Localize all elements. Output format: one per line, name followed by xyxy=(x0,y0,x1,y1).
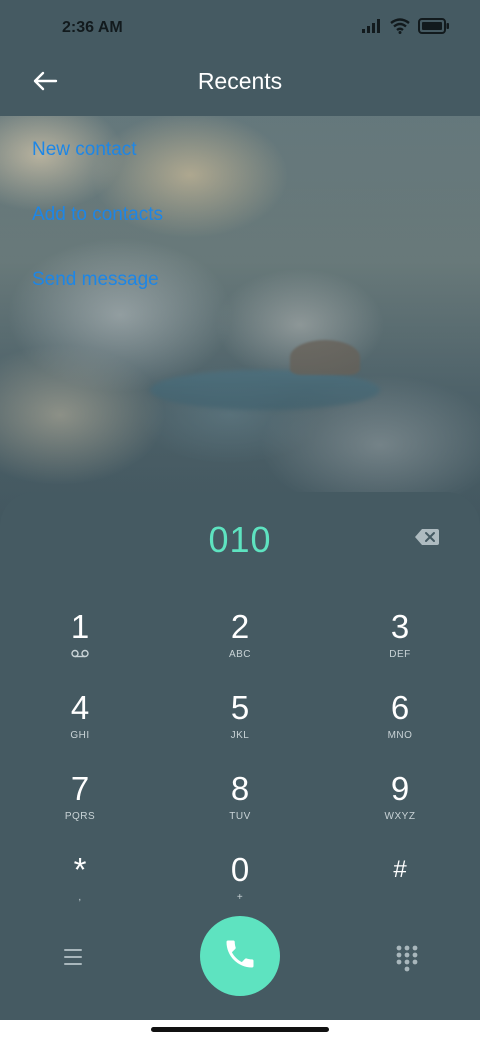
key-6[interactable]: 6 MNO xyxy=(340,689,460,759)
number-options-list: New contact Add to contacts Send message xyxy=(32,137,163,332)
key-digit: 0 xyxy=(230,851,250,888)
key-letters: , xyxy=(78,892,82,903)
page-title: Recents xyxy=(197,68,283,94)
dialed-number: 010 xyxy=(208,519,272,560)
battery-icon xyxy=(418,18,450,34)
status-time: 2:36 AM xyxy=(62,19,123,36)
key-3[interactable]: 3 DEF xyxy=(340,608,460,678)
dialpad-icon xyxy=(395,945,419,976)
key-letters: WXYZ xyxy=(384,811,416,822)
home-indicator[interactable] xyxy=(151,1027,329,1032)
new-contact-link[interactable]: New contact xyxy=(32,137,163,202)
key-digit: * xyxy=(73,851,87,888)
signal-icon xyxy=(362,19,382,33)
key-letters: DEF xyxy=(389,649,411,660)
key-8[interactable]: 8 TUV xyxy=(180,770,300,840)
wifi-icon xyxy=(390,18,410,34)
dialer-screen: 2:36 AM Recents New contact Add to conta… xyxy=(0,0,480,1040)
key-1[interactable]: 1 xyxy=(20,608,140,678)
key-digit: 6 xyxy=(390,689,410,726)
status-icons xyxy=(362,18,450,34)
key-0[interactable]: 0 + xyxy=(180,851,300,921)
key-letters: GHI xyxy=(70,730,90,741)
key-letters: ABC xyxy=(228,649,252,660)
key-digit: 4 xyxy=(70,689,90,726)
add-to-contacts-link[interactable]: Add to contacts xyxy=(32,202,163,267)
menu-icon xyxy=(58,949,88,973)
key-5[interactable]: 5 JKL xyxy=(180,689,300,759)
key-hash[interactable]: # xyxy=(340,851,460,921)
phone-icon xyxy=(222,936,258,977)
key-digit: # xyxy=(393,856,407,883)
key-digit: 2 xyxy=(230,608,250,645)
key-letters: + xyxy=(236,892,244,903)
key-9[interactable]: 9 WXYZ xyxy=(340,770,460,840)
backspace-button[interactable] xyxy=(414,528,440,546)
menu-button[interactable] xyxy=(58,945,88,969)
voicemail-icon xyxy=(20,649,140,661)
key-digit: 7 xyxy=(70,770,90,807)
app-header: Recents xyxy=(0,56,480,116)
dialpad-actions xyxy=(0,916,480,1000)
key-2[interactable]: 2 ABC xyxy=(180,608,300,678)
key-digit: 1 xyxy=(70,608,90,645)
dialpad-sheet: 010 1 2 ABC 3 DEF 4 GHI 5 JKL 6 MNO 7 PQ… xyxy=(0,492,480,1020)
navigation-bar xyxy=(0,1020,480,1040)
key-star[interactable]: * , xyxy=(20,851,140,921)
send-message-link[interactable]: Send message xyxy=(32,267,163,332)
call-button[interactable] xyxy=(200,916,280,996)
dialpad-toggle-button[interactable] xyxy=(395,944,419,972)
key-letters: TUV xyxy=(229,811,251,822)
key-digit: 9 xyxy=(390,770,410,807)
key-letters: PQRS xyxy=(64,811,96,822)
backspace-icon xyxy=(414,529,440,550)
key-letters: JKL xyxy=(230,730,250,741)
key-digit: 3 xyxy=(390,608,410,645)
key-digit: 5 xyxy=(230,689,250,726)
key-digit: 8 xyxy=(230,770,250,807)
key-4[interactable]: 4 GHI xyxy=(20,689,140,759)
status-bar: 2:36 AM xyxy=(0,0,480,56)
key-7[interactable]: 7 PQRS xyxy=(20,770,140,840)
key-letters: MNO xyxy=(387,730,413,741)
